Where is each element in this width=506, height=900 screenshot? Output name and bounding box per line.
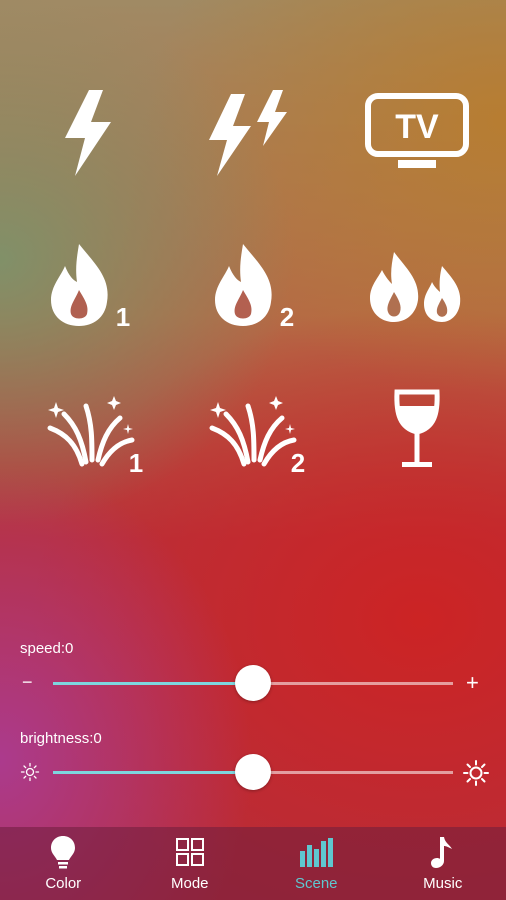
speed-plus-icon[interactable]: + — [466, 670, 479, 696]
scene-tv[interactable]: TV — [352, 78, 482, 188]
brightness-slider-fill — [53, 771, 253, 774]
fireworks-1-badge: 1 — [129, 448, 143, 474]
tv-icon: TV — [365, 93, 469, 168]
brightness-slider-knob[interactable] — [235, 754, 271, 790]
tv-label: TV — [395, 108, 439, 146]
speed-slider-fill — [53, 682, 253, 685]
scene-fire-double[interactable] — [352, 230, 482, 340]
scene-lightning-2[interactable] — [186, 78, 316, 188]
bars-icon — [299, 835, 334, 869]
speed-slider-knob[interactable] — [235, 665, 271, 701]
music-note-icon — [430, 835, 456, 869]
tab-music[interactable]: Music — [380, 827, 506, 900]
speed-label: speed:0 — [20, 640, 74, 657]
fire-icon: 1 — [51, 244, 130, 330]
brightness-low-icon[interactable] — [20, 762, 40, 787]
bottom-tab-bar: Color Mode Scene Music — [0, 827, 506, 900]
brightness-label: brightness:0 — [20, 730, 102, 747]
tab-scene-label: Scene — [294, 875, 338, 892]
fire-2-badge: 2 — [280, 302, 294, 330]
speed-slider[interactable] — [53, 665, 453, 701]
scene-fire-2[interactable]: 2 — [188, 230, 318, 340]
tab-color-label: Color — [45, 875, 82, 892]
lightning-icon — [65, 90, 111, 176]
tab-music-label: Music — [423, 875, 463, 892]
tab-color[interactable]: Color — [0, 827, 127, 900]
bulb-icon — [50, 835, 76, 869]
tab-scene[interactable]: Scene — [253, 827, 380, 900]
brightness-high-icon[interactable] — [462, 759, 490, 792]
scene-lightning-1[interactable] — [24, 78, 154, 188]
fireworks-icon: 2 — [209, 396, 305, 474]
speed-minus-icon[interactable]: − — [22, 672, 33, 693]
tab-mode[interactable]: Mode — [127, 827, 254, 900]
fireworks-2-badge: 2 — [291, 448, 305, 474]
double-lightning-icon — [209, 90, 287, 176]
fireworks-icon: 1 — [47, 396, 143, 474]
scene-wine[interactable] — [352, 374, 482, 484]
double-fire-icon — [370, 252, 461, 322]
fire-1-badge: 1 — [116, 302, 130, 330]
tab-mode-label: Mode — [170, 875, 209, 892]
wine-glass-icon — [394, 389, 440, 467]
scene-fireworks-1[interactable]: 1 — [26, 374, 156, 484]
brightness-slider[interactable] — [53, 754, 453, 790]
scene-fire-1[interactable]: 1 — [24, 230, 154, 340]
scene-fireworks-2[interactable]: 2 — [188, 374, 318, 484]
grid-icon — [175, 835, 205, 869]
fire-icon: 2 — [215, 244, 294, 330]
